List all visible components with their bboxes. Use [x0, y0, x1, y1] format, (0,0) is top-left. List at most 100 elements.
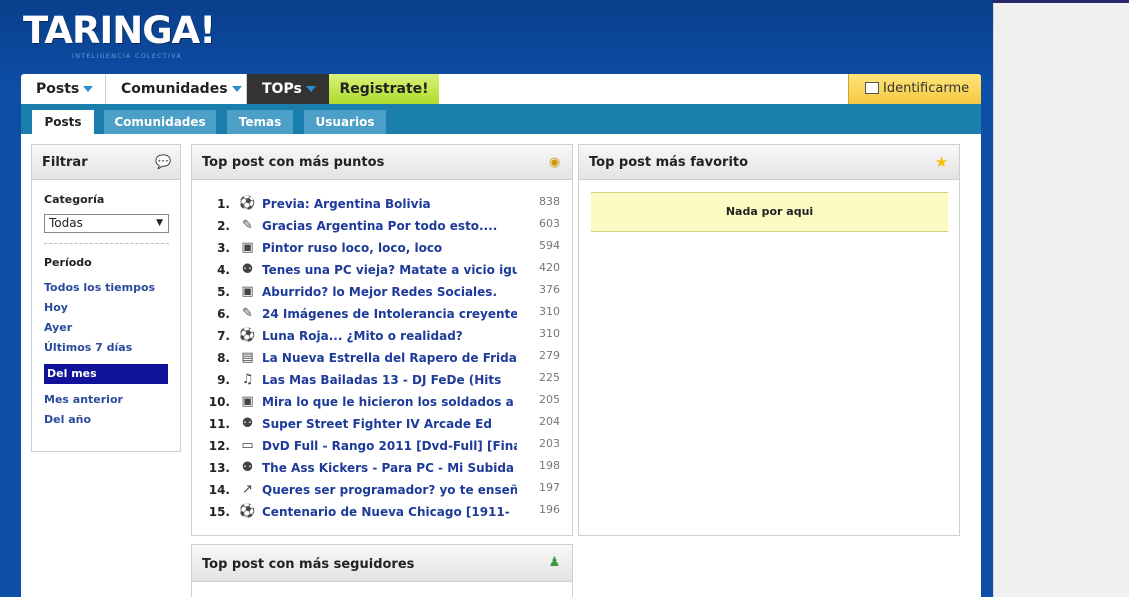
post-rank: 12. — [208, 439, 230, 453]
id-card-icon — [865, 82, 879, 94]
gamepad-icon: ⚉ — [241, 416, 254, 431]
list-item[interactable]: 8. ▤ La Nueva Estrella del Rapero de Frida… — [192, 347, 572, 369]
post-rank: 5. — [217, 285, 230, 299]
gamepad-icon: ⚉ — [241, 262, 254, 277]
post-points: 310 — [539, 327, 560, 340]
post-title-link[interactable]: La Nueva Estrella del Rapero de Friday! — [262, 351, 517, 365]
picture-icon: ▣ — [241, 284, 254, 299]
category-select[interactable]: Todas ▼ — [44, 214, 169, 233]
post-points: 594 — [539, 239, 560, 252]
period-all-time[interactable]: Todos los tiempos — [44, 281, 155, 294]
top-points-panel: Top post con más puntos ◉ 1. ⚽ Previa: Arg… — [191, 144, 573, 536]
period-this-month[interactable]: Del mes — [44, 364, 168, 384]
chart-icon: ↗ — [242, 482, 253, 497]
post-points: 205 — [539, 393, 560, 406]
post-title-link[interactable]: Tenes una PC vieja? Matate a vicio igual — [262, 263, 517, 277]
post-title-link[interactable]: Aburrido? lo Mejor Redes Sociales. — [262, 285, 517, 299]
list-item[interactable]: 5. ▣ Aburrido? lo Mejor Redes Sociales. 376 — [192, 281, 572, 303]
list-item[interactable]: 2. ✎ Gracias Argentina Por todo esto.... 60… — [192, 215, 572, 237]
post-title-link[interactable]: Centenario de Nueva Chicago [1911- — [262, 505, 517, 519]
tab-comunidades[interactable]: Comunidades — [104, 110, 216, 134]
filter-title: Filtrar — [42, 155, 88, 170]
period-yesterday[interactable]: Ayer — [44, 321, 72, 334]
post-title-link[interactable]: DvD Full - Rango 2011 [Dvd-Full] [Final] — [262, 439, 517, 453]
post-title-link[interactable]: Queres ser programador? yo te enseño lo — [262, 483, 517, 497]
post-title-link[interactable]: Super Street Fighter IV Arcade Ed — [262, 417, 517, 431]
post-rank: 9. — [217, 373, 230, 387]
list-item[interactable]: 11. ⚉ Super Street Fighter IV Arcade Ed 204 — [192, 413, 572, 435]
post-rank: 14. — [208, 483, 230, 497]
top-followers-header: Top post con más seguidores ♟ — [192, 545, 572, 582]
post-rank: 3. — [217, 241, 230, 255]
post-title-link[interactable]: Previa: Argentina Bolivia — [262, 197, 517, 211]
post-points: 279 — [539, 349, 560, 362]
post-rank: 7. — [217, 329, 230, 343]
film-icon: ▤ — [241, 350, 254, 365]
chevron-down-icon — [231, 86, 242, 92]
main-content: Filtrar 💬 Categoría Todas ▼ Período Todo… — [21, 134, 981, 597]
period-this-year[interactable]: Del año — [44, 413, 91, 426]
list-item[interactable]: 4. ⚉ Tenes una PC vieja? Matate a vicio ig… — [192, 259, 572, 281]
post-rank: 13. — [208, 461, 230, 475]
post-title-link[interactable]: Pintor ruso loco, loco, loco — [262, 241, 517, 255]
filter-header: Filtrar 💬 — [32, 145, 180, 180]
site-tagline: INTELIGENCIA COLECTIVA — [72, 52, 183, 60]
divider — [44, 243, 169, 244]
top-favorites-panel: Top post más favorito ★ Nada por aqui — [578, 144, 960, 536]
period-last-month[interactable]: Mes anterior — [44, 393, 123, 406]
nav-posts-label: Posts — [36, 81, 80, 97]
chevron-down-icon — [83, 86, 94, 92]
post-title-link[interactable]: Gracias Argentina Por todo esto.... — [262, 219, 517, 233]
music-note-icon: ♫ — [241, 372, 254, 387]
list-item[interactable]: 15. ⚽ Centenario de Nueva Chicago [1911- 19… — [192, 501, 572, 523]
category-label: Categoría — [44, 193, 105, 206]
post-rank: 15. — [208, 505, 230, 519]
empty-message: Nada por aqui — [591, 192, 948, 232]
list-item[interactable]: 6. ✎ 24 Imágenes de Intolerancia creyente.… — [192, 303, 572, 325]
period-today[interactable]: Hoy — [44, 301, 68, 314]
post-title-link[interactable]: 24 Imágenes de Intolerancia creyente. — [262, 307, 517, 321]
post-title-link[interactable]: The Ass Kickers - Para PC - Mi Subida - — [262, 461, 517, 475]
login-button[interactable]: Identificarme — [848, 74, 981, 104]
nav-posts[interactable]: Posts — [21, 74, 106, 104]
post-title-link[interactable]: Mira lo que le hicieron los soldados a m… — [262, 395, 517, 409]
list-item[interactable]: 3. ▣ Pintor ruso loco, loco, loco 594 — [192, 237, 572, 259]
post-title-link[interactable]: Luna Roja... ¿Mito o realidad? — [262, 329, 517, 343]
list-item[interactable]: 7. ⚽ Luna Roja... ¿Mito o realidad? 310 — [192, 325, 572, 347]
nav-tops[interactable]: TOPs — [247, 74, 329, 104]
soccer-ball-icon: ⚽ — [239, 196, 256, 211]
tab-usuarios[interactable]: Usuarios — [304, 110, 386, 134]
feather-icon: ✎ — [242, 218, 253, 233]
post-points: 197 — [539, 481, 560, 494]
list-item[interactable]: 9. ♫ Las Mas Bailadas 13 - DJ FeDe (Hits 22… — [192, 369, 572, 391]
star-icon: ★ — [934, 153, 949, 171]
post-rank: 8. — [217, 351, 230, 365]
post-rank: 1. — [217, 197, 230, 211]
register-button[interactable]: Registrate! — [329, 74, 439, 104]
site-logo[interactable]: TARINGA! — [23, 12, 216, 49]
nav-comunidades[interactable]: Comunidades — [106, 74, 247, 104]
post-points: 203 — [539, 437, 560, 450]
period-last-7-days[interactable]: Últimos 7 días — [44, 341, 132, 354]
medal-icon: ◉ — [548, 155, 561, 170]
tab-posts[interactable]: Posts — [32, 110, 94, 134]
post-points: 420 — [539, 261, 560, 274]
list-item[interactable]: 10. ▣ Mira lo que le hicieron los soldados… — [192, 391, 572, 413]
list-item[interactable]: 12. ▭ DvD Full - Rango 2011 [Dvd-Full] [Fi… — [192, 435, 572, 457]
post-rank: 10. — [208, 395, 230, 409]
top-followers-panel: Top post con más seguidores ♟ — [191, 544, 573, 597]
post-title-link[interactable]: Las Mas Bailadas 13 - DJ FeDe (Hits — [262, 373, 517, 387]
user-icon: ♟ — [548, 555, 561, 570]
soccer-ball-icon: ⚽ — [239, 504, 256, 519]
soccer-ball-icon: ⚽ — [239, 328, 256, 343]
post-points: 204 — [539, 415, 560, 428]
list-item[interactable]: 1. ⚽ Previa: Argentina Bolivia 838 — [192, 193, 572, 215]
post-points: 603 — [539, 217, 560, 230]
tab-temas[interactable]: Temas — [227, 110, 293, 134]
post-points: 196 — [539, 503, 560, 516]
list-item[interactable]: 14. ↗ Queres ser programador? yo te enseño… — [192, 479, 572, 501]
post-points: 310 — [539, 305, 560, 318]
list-item[interactable]: 13. ⚉ The Ass Kickers - Para PC - Mi Subid… — [192, 457, 572, 479]
period-label: Período — [44, 256, 92, 269]
top-favorites-header: Top post más favorito ★ — [579, 145, 959, 180]
